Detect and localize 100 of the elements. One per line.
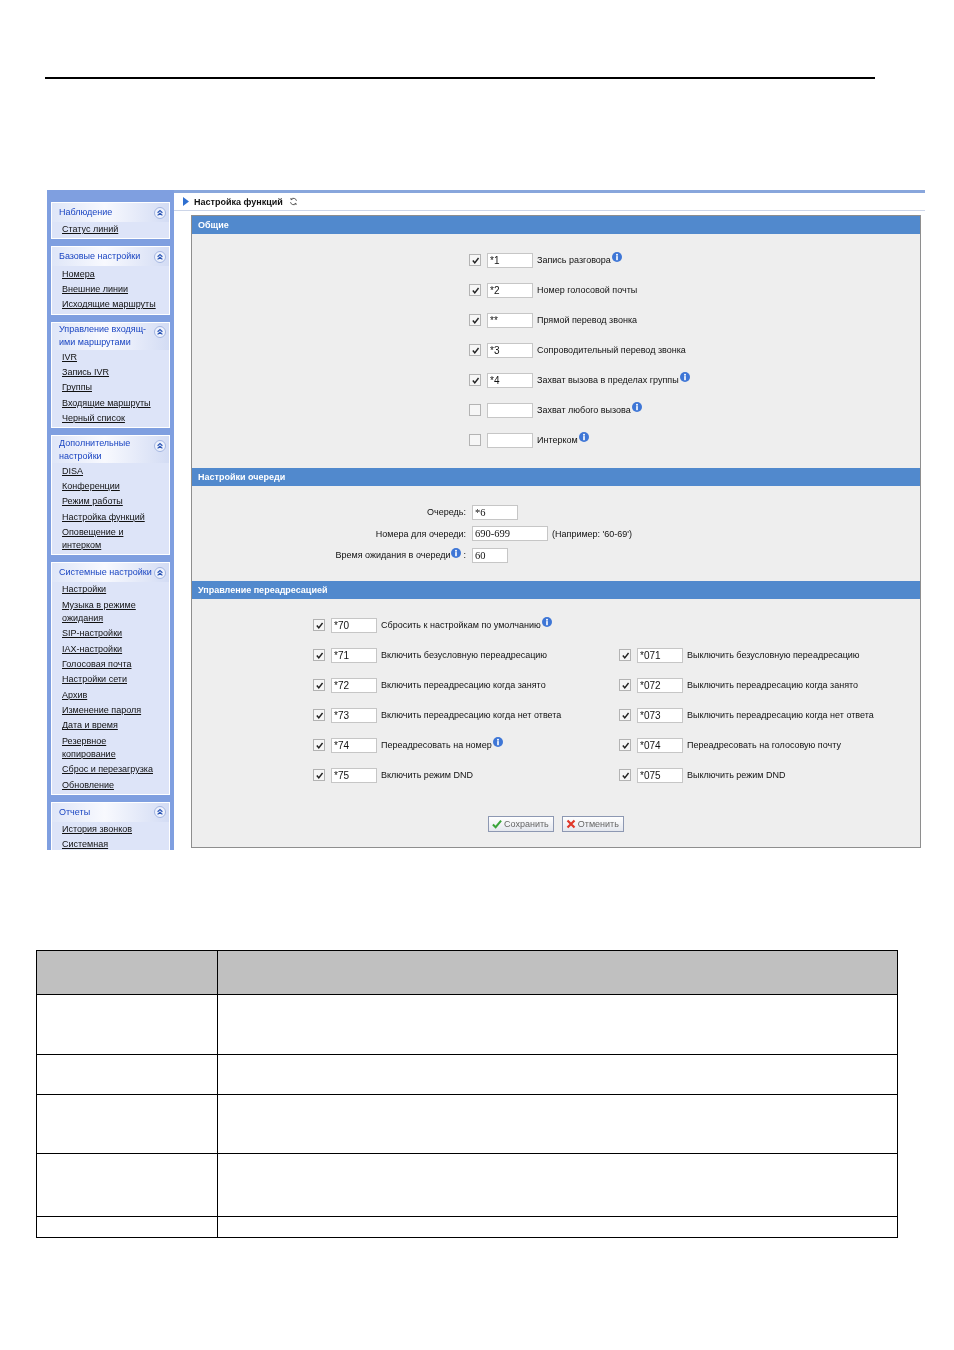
collapse-icon[interactable] [154, 566, 166, 579]
sidebar-link[interactable]: Номера [62, 267, 95, 281]
sidebar-link[interactable]: Статус линий [62, 223, 119, 237]
input-field[interactable]: 60 [472, 547, 508, 563]
sidebar-link[interactable]: IAX-настройки [62, 642, 123, 656]
collapse-icon[interactable] [154, 250, 166, 263]
checkbox[interactable] [619, 649, 631, 661]
sidebar-link[interactable]: Сброс и перезагрузка [62, 763, 153, 777]
sidebar-link[interactable]: IVR [62, 350, 77, 364]
info-icon[interactable] [492, 737, 503, 747]
sidebar-link[interactable]: Черный список [62, 412, 125, 426]
feature-label: Сбросить к настройкам по умолчанию [381, 620, 541, 630]
sidebar-link[interactable]: Резервное копирование [62, 734, 156, 761]
code-field[interactable]: *75 [331, 767, 377, 783]
input-field[interactable]: *6 [472, 504, 518, 520]
sidebar-group-title: Отчеты [59, 805, 92, 819]
code-field[interactable]: *72 [331, 677, 377, 693]
sidebar-link[interactable]: Конференции [62, 479, 120, 493]
code-field[interactable] [487, 402, 533, 418]
code-field[interactable]: *73 [331, 707, 377, 723]
info-icon[interactable] [631, 402, 642, 412]
checkbox[interactable] [619, 709, 631, 721]
sidebar-link[interactable]: SIP-настройки [62, 627, 123, 641]
sidebar-link[interactable]: Запись IVR [62, 366, 110, 380]
sidebar-link[interactable]: Настройки [62, 583, 107, 597]
sidebar-link[interactable]: Архив [62, 688, 88, 702]
code-field[interactable]: *4 [487, 372, 533, 388]
feature-label: Включить режим DND [381, 770, 474, 780]
sidebar-link[interactable]: Изменение пароля [62, 704, 142, 718]
info-icon[interactable] [451, 548, 462, 558]
field-label: Время ожидания в очереди [335, 550, 451, 560]
code-field[interactable]: *2 [487, 282, 533, 298]
sidebar-link[interactable]: Голосовая почта [62, 657, 132, 671]
triangle-icon [183, 197, 189, 206]
cancel-button[interactable]: Отменить [561, 816, 624, 832]
checkbox[interactable] [619, 739, 631, 751]
info-icon[interactable] [578, 432, 589, 442]
feature-label: Выключить переадресацию когда нет ответа [687, 710, 874, 720]
sidebar-link[interactable]: DISA [62, 464, 83, 478]
checkbox[interactable] [313, 679, 325, 691]
collapse-icon[interactable] [154, 439, 166, 452]
info-icon[interactable] [679, 372, 690, 382]
checkbox[interactable] [469, 404, 481, 416]
sidebar-link[interactable]: Оповещение и интерком [62, 526, 156, 553]
checkbox[interactable] [469, 374, 481, 386]
feature-label: Выключить безусловную переадресацию [687, 650, 860, 660]
code-field[interactable] [487, 432, 533, 448]
sidebar-link[interactable]: Группы [62, 381, 92, 395]
code-field[interactable]: *1 [487, 252, 533, 268]
sidebar-link[interactable]: Настройки сети [62, 673, 127, 687]
code-field[interactable]: *071 [637, 647, 683, 663]
sidebar-link[interactable]: Режим работы [62, 495, 123, 509]
code-field[interactable]: *074 [637, 737, 683, 753]
save-button[interactable]: Сохранить [488, 816, 554, 832]
checkbox[interactable] [469, 284, 481, 296]
sidebar-group-title: Наблюдение [59, 206, 114, 219]
sidebar-link[interactable]: Настройка функций [62, 510, 145, 524]
sidebar-link[interactable]: Входящие маршруты [62, 396, 151, 410]
checkbox[interactable] [469, 314, 481, 326]
sidebar-link[interactable]: История звонков [62, 822, 132, 836]
feature-label: Захват вызова в пределах группы [537, 375, 679, 385]
input-field[interactable]: 690-699 [472, 526, 548, 541]
checkbox[interactable] [313, 739, 325, 751]
feature-label: Включить безусловную переадресацию [381, 650, 548, 660]
code-field[interactable]: ** [487, 312, 533, 328]
feature-label: Запись разговора [537, 255, 611, 265]
info-icon[interactable] [541, 617, 552, 627]
checkbox[interactable] [619, 679, 631, 691]
checkbox[interactable] [619, 769, 631, 781]
code-field[interactable]: *70 [331, 617, 377, 633]
code-field[interactable]: *74 [331, 737, 377, 753]
info-icon[interactable] [611, 252, 622, 262]
sidebar-group-title: Управление входящ-ими маршрутами [59, 323, 148, 349]
sidebar-link[interactable]: Исходящие маршруты [62, 298, 156, 312]
checkbox[interactable] [313, 649, 325, 661]
sidebar-group-title: Системные настройки [59, 566, 153, 580]
feature-label: Включить переадресацию когда нет ответа [381, 710, 562, 720]
code-field[interactable]: *075 [637, 767, 683, 783]
checkbox[interactable] [469, 434, 481, 446]
collapse-icon[interactable] [154, 326, 166, 338]
section-header: Управление переадресацией [192, 581, 920, 599]
checkbox[interactable] [313, 769, 325, 781]
feature-label: Захват любого вызова [537, 405, 631, 415]
code-field[interactable]: *3 [487, 342, 533, 358]
sidebar-link[interactable]: Обновление [62, 778, 114, 792]
checkbox[interactable] [469, 344, 481, 356]
checkbox[interactable] [313, 709, 325, 721]
sidebar-link[interactable]: Системная [62, 838, 109, 850]
sidebar-link[interactable]: Музыка в режиме ожидания [62, 598, 156, 625]
collapse-icon[interactable] [154, 206, 166, 219]
sidebar-link[interactable]: Дата и время [62, 719, 118, 733]
refresh-icon[interactable] [288, 197, 298, 206]
sidebar-link[interactable]: Внешние линии [62, 282, 128, 296]
checkbox[interactable] [313, 619, 325, 631]
code-field[interactable]: *073 [637, 707, 683, 723]
collapse-icon[interactable] [154, 806, 166, 819]
code-field[interactable]: *71 [331, 647, 377, 663]
feature-label: Сопроводительный перевод звонка [537, 345, 686, 355]
code-field[interactable]: *072 [637, 677, 683, 693]
checkbox[interactable] [469, 254, 481, 266]
